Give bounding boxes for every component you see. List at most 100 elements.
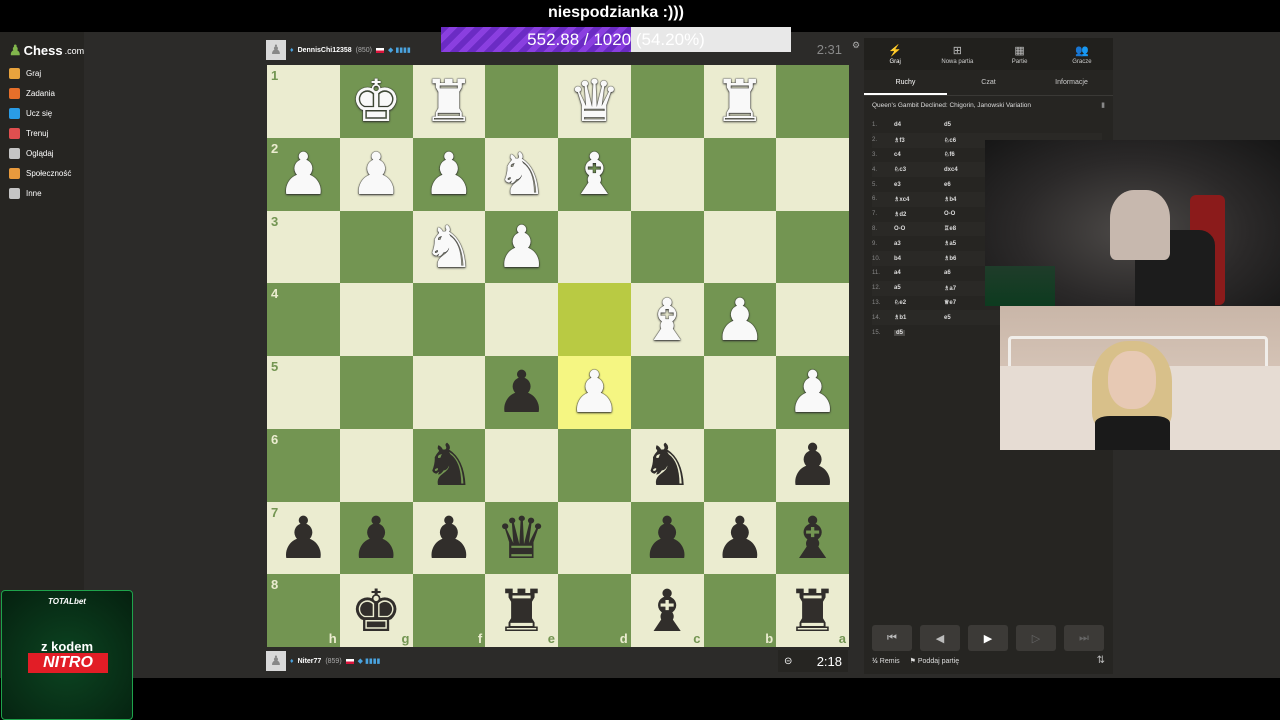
- white-pawn-icon[interactable]: ♟: [568, 363, 620, 421]
- white-move[interactable]: a5: [894, 285, 901, 291]
- white-move[interactable]: O-O: [894, 226, 905, 232]
- square-f5[interactable]: [412, 356, 486, 429]
- square-h7[interactable]: 7 ♟: [267, 501, 340, 575]
- white-knight-icon[interactable]: ♞: [496, 145, 548, 203]
- black-king-icon[interactable]: ♚: [350, 582, 402, 640]
- white-rook-icon[interactable]: ♜: [714, 72, 766, 130]
- white-bishop-icon[interactable]: ♝: [568, 145, 620, 203]
- square-a8[interactable]: a ♜: [776, 574, 849, 647]
- black-pawn-icon[interactable]: ♟: [641, 509, 693, 567]
- square-g4[interactable]: [339, 283, 413, 356]
- sidebar-item-trenuj[interactable]: Trenuj: [9, 126, 48, 140]
- flip-board-icon[interactable]: ⇅: [1097, 655, 1105, 666]
- black-bishop-icon[interactable]: ♝: [787, 509, 839, 567]
- white-pawn-icon[interactable]: ♟: [277, 145, 329, 203]
- square-e1[interactable]: [485, 65, 558, 138]
- draw-button[interactable]: ½ Remis: [872, 658, 900, 665]
- sidebar-item-ucz-się[interactable]: Ucz się: [9, 106, 52, 120]
- square-g7[interactable]: ♟: [339, 501, 413, 575]
- square-g1[interactable]: ♚: [339, 65, 413, 138]
- black-knight-icon[interactable]: ♞: [641, 436, 693, 494]
- white-knight-icon[interactable]: ♞: [423, 218, 475, 276]
- square-h3[interactable]: 3: [267, 210, 340, 284]
- top-player-name[interactable]: DennisChi12358: [298, 47, 352, 54]
- chess-board[interactable]: 1 ♚ ♜ ♛ ♜ 2 ♟ ♟ ♟ ♞ ♝ 3 ♞ ♟ 4 ♝ ♟ 5 ♟ ♟ ♟ 6 ♞ ♞ ♟ 7 ♟ ♟ ♟ ♛ ♟ ♟ ♝ 8 h g ♚ f e ♜…: [267, 65, 849, 647]
- subtab-informacje[interactable]: Informacje: [1030, 72, 1113, 95]
- subtab-czat[interactable]: Czat: [947, 72, 1030, 95]
- avatar[interactable]: ♟: [266, 40, 286, 60]
- square-b4[interactable]: ♟: [703, 283, 777, 356]
- black-pawn-icon[interactable]: ♟: [277, 509, 329, 567]
- tab-partie[interactable]: ▦ Partie: [989, 38, 1051, 70]
- last-move-button[interactable]: ⏭: [1064, 625, 1104, 651]
- square-d5[interactable]: ♟: [558, 356, 631, 429]
- square-b1[interactable]: ♜: [703, 65, 777, 138]
- square-c8[interactable]: c ♝: [630, 574, 704, 647]
- sponsor-ad[interactable]: TOTALbet z kodem NITRO: [1, 590, 133, 720]
- subtab-ruchy[interactable]: Ruchy: [864, 72, 947, 95]
- square-f3[interactable]: ♞: [412, 210, 486, 284]
- white-pawn-icon[interactable]: ♟: [787, 363, 839, 421]
- square-e3[interactable]: ♟: [485, 210, 558, 284]
- square-e4[interactable]: [485, 283, 558, 356]
- first-move-button[interactable]: ⏮: [872, 625, 912, 651]
- square-b3[interactable]: [703, 210, 777, 284]
- square-g3[interactable]: [339, 210, 413, 284]
- black-knight-icon[interactable]: ♞: [423, 436, 475, 494]
- square-c4[interactable]: ♝: [630, 283, 704, 356]
- square-g2[interactable]: ♟: [339, 137, 413, 211]
- square-a4[interactable]: [776, 283, 849, 356]
- square-g8[interactable]: g ♚: [339, 574, 413, 647]
- square-b2[interactable]: [703, 137, 777, 211]
- book-icon[interactable]: ▮: [1101, 101, 1105, 109]
- square-d4[interactable]: [558, 283, 631, 356]
- square-a7[interactable]: ♝: [776, 501, 849, 575]
- black-move[interactable]: d5: [944, 122, 994, 128]
- square-d1[interactable]: ♛: [558, 65, 631, 138]
- tab-gracze[interactable]: 👥 Gracze: [1051, 38, 1113, 70]
- square-b7[interactable]: ♟: [703, 501, 777, 575]
- black-queen-icon[interactable]: ♛: [496, 509, 548, 567]
- white-move[interactable]: ♗f3: [894, 138, 905, 144]
- square-c5[interactable]: [630, 356, 704, 429]
- white-move[interactable]: ♘c3: [894, 167, 906, 173]
- white-move[interactable]: ♗b1: [894, 315, 906, 321]
- square-e6[interactable]: [485, 428, 558, 502]
- square-c6[interactable]: ♞: [630, 428, 704, 502]
- square-h6[interactable]: 6: [267, 428, 340, 502]
- square-a6[interactable]: ♟: [776, 428, 849, 502]
- sidebar-item-społeczność[interactable]: Społeczność: [9, 166, 71, 180]
- white-move[interactable]: d5: [894, 329, 906, 336]
- black-pawn-icon[interactable]: ♟: [714, 509, 766, 567]
- next-move-button[interactable]: ▷: [1016, 625, 1056, 651]
- square-c2[interactable]: [630, 137, 704, 211]
- square-e2[interactable]: ♞: [485, 137, 558, 211]
- white-rook-icon[interactable]: ♜: [423, 72, 475, 130]
- square-d7[interactable]: [558, 501, 631, 575]
- square-a3[interactable]: [776, 210, 849, 284]
- white-move[interactable]: b4: [894, 256, 901, 262]
- white-move[interactable]: e3: [894, 182, 901, 188]
- white-pawn-icon[interactable]: ♟: [350, 145, 402, 203]
- white-move[interactable]: c4: [894, 152, 901, 158]
- square-d3[interactable]: [558, 210, 631, 284]
- white-pawn-icon[interactable]: ♟: [423, 145, 475, 203]
- avatar[interactable]: ♟: [266, 651, 286, 671]
- white-pawn-icon[interactable]: ♟: [714, 291, 766, 349]
- square-a1[interactable]: [776, 65, 849, 138]
- square-f2[interactable]: ♟: [412, 137, 486, 211]
- square-d8[interactable]: d: [558, 574, 631, 647]
- square-h2[interactable]: 2 ♟: [267, 137, 340, 211]
- white-move[interactable]: ♗xc4: [894, 197, 909, 203]
- square-c1[interactable]: [630, 65, 704, 138]
- square-c3[interactable]: [630, 210, 704, 284]
- white-bishop-icon[interactable]: ♝: [641, 291, 693, 349]
- white-move[interactable]: ♗d2: [894, 212, 906, 218]
- sidebar-item-zadania[interactable]: Zadania: [9, 86, 55, 100]
- square-f8[interactable]: f: [412, 574, 486, 647]
- square-e7[interactable]: ♛: [485, 501, 558, 575]
- square-c7[interactable]: ♟: [630, 501, 704, 575]
- black-pawn-icon[interactable]: ♟: [423, 509, 475, 567]
- square-f7[interactable]: ♟: [412, 501, 486, 575]
- square-h4[interactable]: 4: [267, 283, 340, 356]
